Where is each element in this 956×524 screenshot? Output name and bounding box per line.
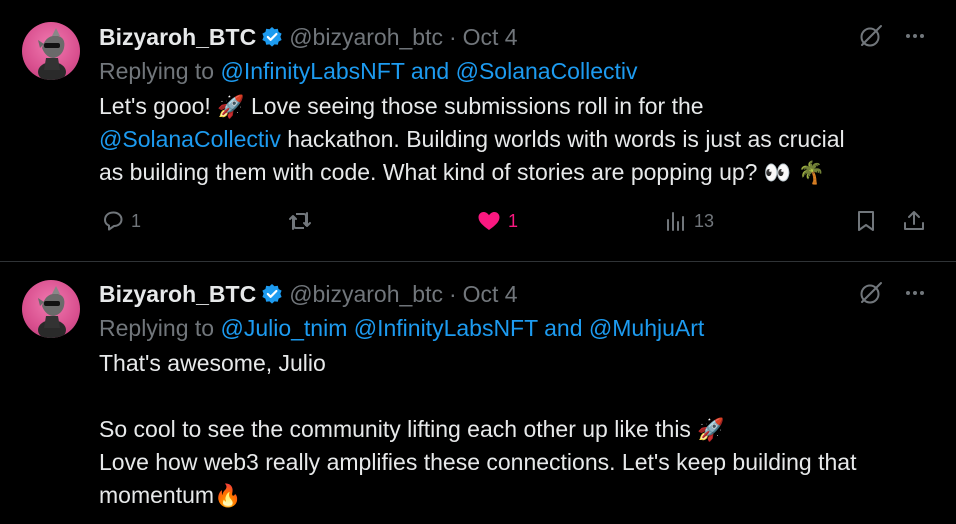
like-count: 1: [508, 210, 519, 231]
handle[interactable]: @bizyaroh_btc: [289, 281, 443, 308]
retweet-button[interactable]: [287, 205, 313, 237]
avatar[interactable]: [22, 280, 80, 338]
tweet-text-line: momentum🔥: [99, 479, 929, 512]
tweet-text-line: That's awesome, Julio: [99, 347, 929, 380]
text-segment: as building them with code. What kind of…: [99, 159, 764, 185]
text-segment: Love seeing those submissions roll in fo…: [244, 93, 704, 119]
text-segment: Let's gooo!: [99, 93, 218, 119]
replying-to: Replying to @Julio_tnim @InfinityLabsNFT…: [99, 315, 704, 342]
tweet-header: Bizyaroh_BTC @bizyaroh_btc · Oct 4: [99, 279, 518, 309]
more-icon[interactable]: [904, 282, 926, 304]
reply-button[interactable]: 1: [101, 205, 141, 237]
reply-icon: [104, 211, 123, 231]
verified-badge-icon: [262, 284, 282, 304]
timestamp[interactable]: Oct 4: [463, 24, 518, 51]
tweet-text-line: [99, 380, 929, 413]
verified-badge-icon: [262, 27, 282, 47]
text-segment: Love how web3 really amplifies these con…: [99, 449, 857, 475]
text-segment: hackathon. Building worlds with words is…: [280, 126, 845, 152]
separator-dot: ·: [448, 23, 457, 50]
tweet-text-line: So cool to see the community lifting eac…: [99, 413, 929, 446]
views-count: 13: [694, 210, 715, 231]
views-button[interactable]: 13: [664, 205, 714, 237]
tweet-top-icons: [858, 280, 926, 306]
tweet-text-line: as building them with code. What kind of…: [99, 156, 929, 189]
rocket-emoji: 🚀: [697, 417, 725, 442]
tweet-text-line: Let's gooo! 🚀 Love seeing those submissi…: [99, 90, 929, 123]
tweet-text-line: Love how web3 really amplifies these con…: [99, 446, 929, 479]
display-name[interactable]: Bizyaroh_BTC: [99, 281, 256, 308]
bookmark-icon: [858, 211, 874, 231]
timestamp[interactable]: Oct 4: [463, 281, 518, 308]
tweet-1[interactable]: Bizyaroh_BTC @bizyaroh_btc · Oct 4 Reply…: [0, 0, 956, 262]
fire-emoji: 🔥: [214, 483, 242, 508]
handle[interactable]: @bizyaroh_btc: [289, 24, 443, 51]
replying-to-prefix: Replying to: [99, 315, 221, 341]
separator-dot: ·: [448, 280, 457, 307]
tweet-actions: 1 1 13: [0, 205, 956, 237]
tweet-text: Let's gooo! 🚀 Love seeing those submissi…: [99, 90, 929, 189]
avatar-image: [38, 286, 66, 338]
like-icon: [478, 212, 500, 230]
replying-to-mentions[interactable]: @InfinityLabsNFT and @SolanaCollectiv: [220, 58, 637, 84]
replying-to: Replying to @InfinityLabsNFT and @Solana…: [99, 58, 638, 85]
text-segment: momentum: [99, 482, 215, 508]
tweet-text-line: @SolanaCollectiv hackathon. Building wor…: [99, 123, 929, 156]
views-icon: [667, 212, 684, 231]
share-icon: [904, 211, 924, 230]
bookmark-button[interactable]: [855, 205, 877, 237]
tweet-top-icons: [858, 23, 926, 49]
mention-link[interactable]: @SolanaCollectiv: [99, 126, 281, 152]
share-button[interactable]: [902, 205, 926, 237]
replying-to-mentions[interactable]: @Julio_tnim @InfinityLabsNFT and @MuhjuA…: [220, 315, 704, 341]
tweet-text: That's awesome, Julio So cool to see the…: [99, 347, 929, 512]
avatar[interactable]: [22, 22, 80, 80]
eyes-emoji: 👀: [763, 160, 792, 185]
reply-count: 1: [131, 210, 142, 231]
retweet-icon: [289, 212, 311, 230]
more-icon[interactable]: [904, 25, 926, 47]
text-segment: That's awesome, Julio: [99, 350, 326, 376]
like-button[interactable]: 1: [476, 205, 518, 237]
replying-to-prefix: Replying to: [99, 58, 221, 84]
grok-icon[interactable]: [858, 23, 884, 49]
display-name[interactable]: Bizyaroh_BTC: [99, 24, 256, 51]
palm-tree-emoji: 🌴: [797, 160, 826, 185]
grok-icon[interactable]: [858, 280, 884, 306]
text-segment: So cool to see the community lifting eac…: [99, 416, 698, 442]
rocket-emoji: 🚀: [217, 94, 245, 119]
avatar-image: [38, 28, 66, 80]
tweet-header: Bizyaroh_BTC @bizyaroh_btc · Oct 4: [99, 22, 518, 52]
